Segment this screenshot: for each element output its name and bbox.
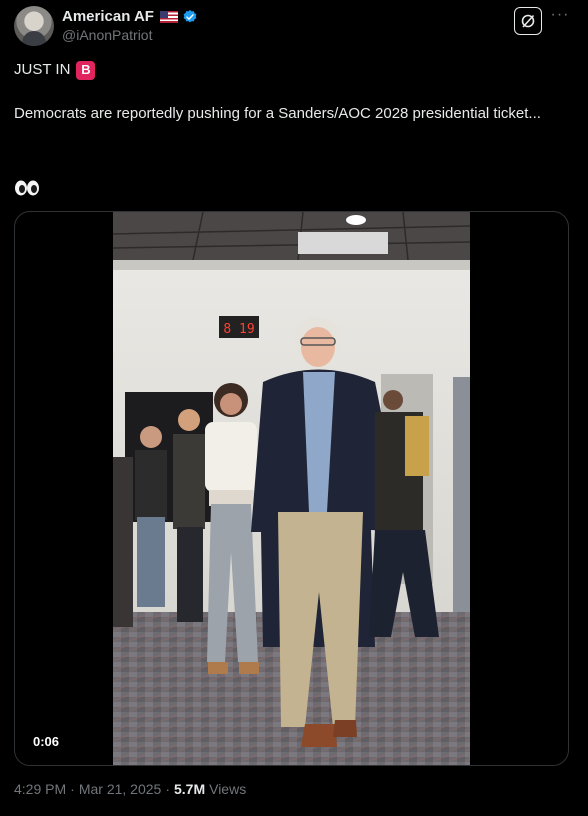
just-in-text: JUST IN [14,61,71,78]
more-options-button[interactable]: ··· [550,6,570,28]
post-time[interactable]: 4:29 PM [14,781,66,797]
grok-button[interactable] [514,7,542,35]
verified-badge-icon [183,9,197,22]
us-flag-icon [159,10,178,23]
avatar[interactable] [14,6,54,46]
display-name[interactable]: American AF [62,8,154,25]
handle[interactable]: @iAnonPatriot [62,27,152,43]
more-icon: ··· [550,6,570,23]
tweet-text: JUST IN B Democrats are reportedly pushi… [14,58,574,124]
meta-separator: · [70,781,75,797]
tweet-header: American AF @iAnonPatriot ··· [14,6,574,46]
video-frame[interactable]: 8 19 [113,212,470,765]
wall-clock-text: 8 19 [223,322,254,337]
video-duration-badge: 0:06 [27,732,66,751]
tweet-line-1: JUST IN B [14,58,574,82]
name-row: American AF [62,8,198,25]
grok-icon [521,14,535,28]
video-player[interactable]: 8 19 0:06 [14,211,569,766]
views-count: 5.7M [173,781,206,797]
eyes-emoji-icon [15,180,39,196]
views-label: Views [209,781,247,797]
b-badge-icon: B [76,60,96,80]
post-date[interactable]: Mar 21, 2025 [79,781,162,797]
tweet-meta: 4:29 PM · Mar 21, 2025 · 5.7M Views [14,781,246,797]
tweet-body: Democrats are reportedly pushing for a S… [14,105,541,122]
meta-separator: · [165,781,170,797]
